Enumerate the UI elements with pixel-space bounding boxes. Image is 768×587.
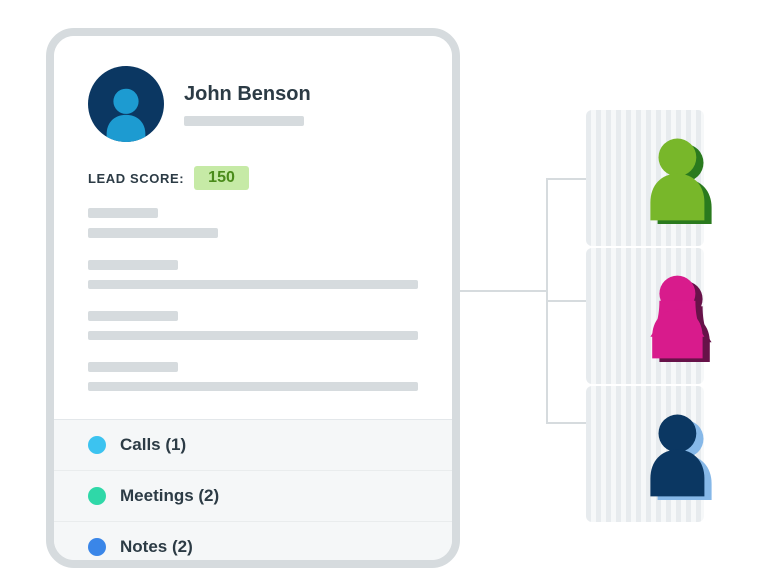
placeholder-group-1 [88,208,418,238]
lead-score-value: 150 [194,166,249,190]
person-icon [95,80,157,142]
placeholder-group-3 [88,311,418,340]
activity-notes[interactable]: Notes (2) [54,522,452,568]
connector-line [546,422,586,424]
lead-score-label: LEAD SCORE: [88,171,184,186]
activity-label: Calls (1) [120,435,186,455]
subtitle-placeholder [184,116,304,126]
activity-label: Notes (2) [120,537,193,557]
connector-line [546,300,586,302]
activity-list: Calls (1) Meetings (2) Notes (2) [54,419,452,568]
lead-card: John Benson LEAD SCORE: 150 Calls [46,28,460,568]
placeholder-group-4 [88,362,418,391]
contact-avatar-2 [636,272,726,362]
placeholder-group-2 [88,260,418,289]
activity-meetings[interactable]: Meetings (2) [54,471,452,522]
dot-icon [88,487,106,505]
contact-avatar-3 [636,410,726,500]
dot-icon [88,436,106,454]
lead-card-body: John Benson LEAD SCORE: 150 [54,36,452,419]
dot-icon [88,538,106,556]
lead-score-row: LEAD SCORE: 150 [88,166,418,190]
activity-calls[interactable]: Calls (1) [54,420,452,471]
connector-line [460,290,546,292]
activity-label: Meetings (2) [120,486,219,506]
connector-line [546,178,586,180]
contact-avatar-1 [636,134,726,224]
lead-name: John Benson [184,83,418,106]
name-block: John Benson [184,83,418,126]
avatar [88,66,164,142]
profile-header: John Benson [88,66,418,142]
